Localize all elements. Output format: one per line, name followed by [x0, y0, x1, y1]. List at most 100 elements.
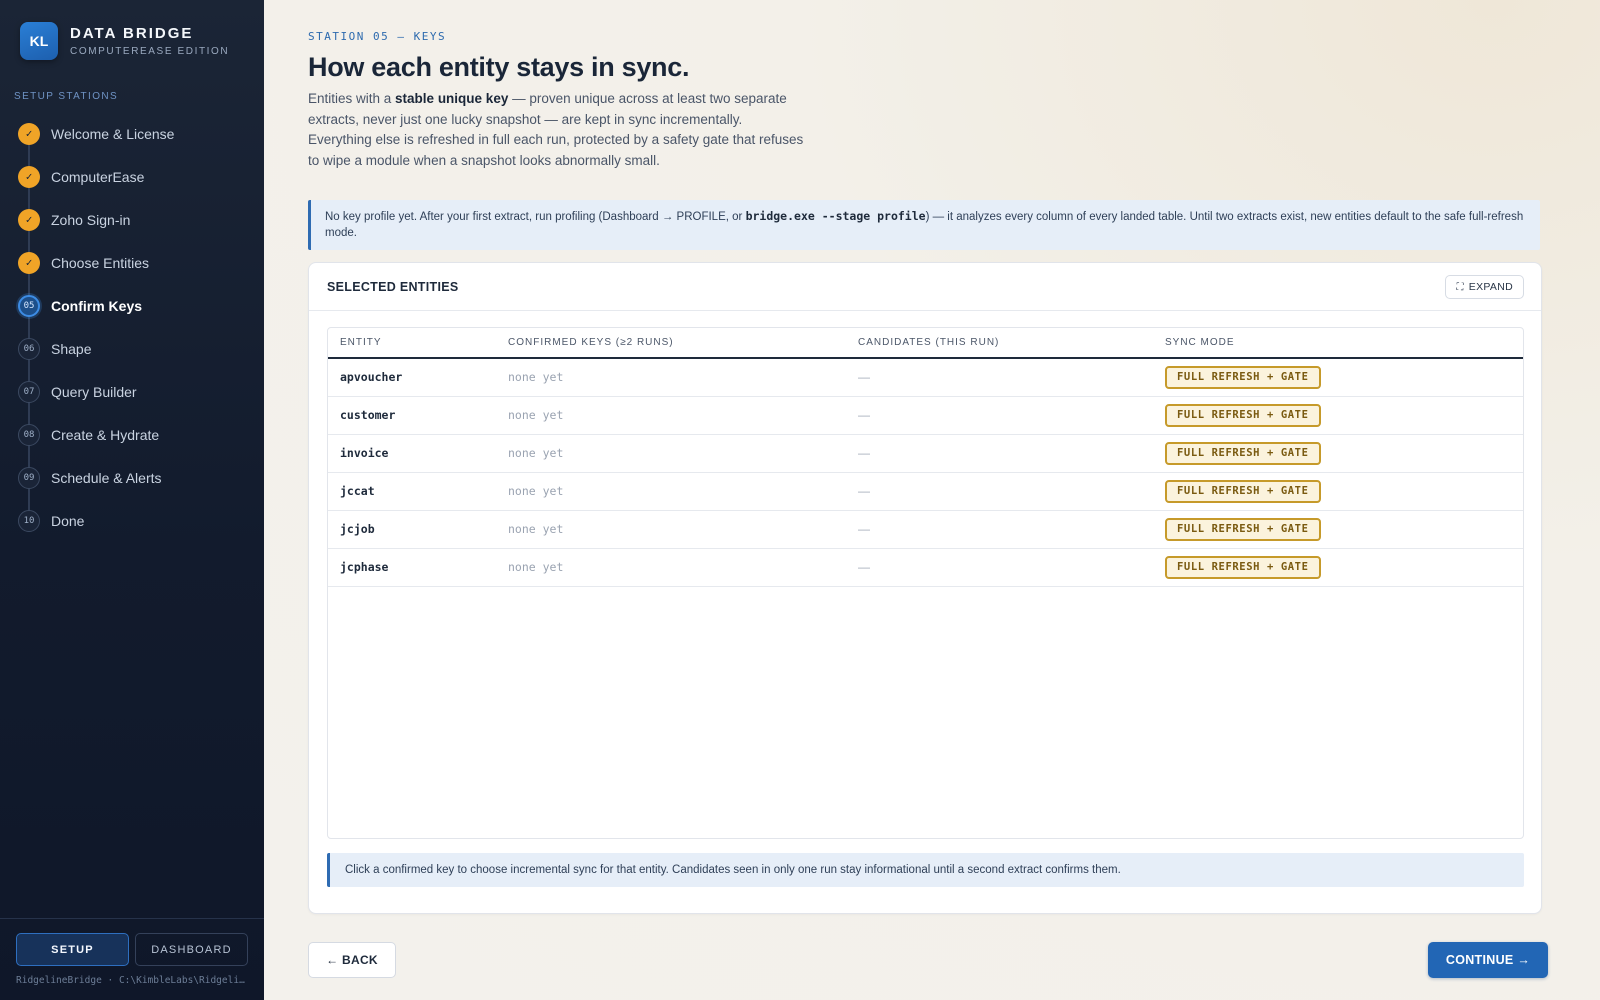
sync-mode-cell: FULL REFRESH + GATE — [1153, 396, 1523, 435]
entity-name: customer — [328, 396, 496, 435]
lead-text: Entities with a — [308, 91, 396, 106]
step-check-icon: ✓ — [18, 208, 40, 231]
entities-table: ENTITY CONFIRMED KEYS (≥2 RUNS) CANDIDAT… — [327, 327, 1524, 839]
step-label: ComputerEase — [51, 168, 145, 185]
brand: KL DATA BRIDGE COMPUTEREASE EDITION — [20, 22, 229, 60]
candidates: — — [846, 548, 1153, 587]
sync-mode-badge[interactable]: FULL REFRESH + GATE — [1165, 517, 1321, 541]
entity-name: invoice — [328, 434, 496, 473]
back-button[interactable]: ← BACK — [308, 942, 396, 978]
entity-name: jccat — [328, 472, 496, 511]
entity-name: jcphase — [328, 548, 496, 587]
table-row: jccat none yet — FULL REFRESH + GATE — [328, 472, 1523, 511]
step-number: 07 — [18, 380, 40, 403]
column-header-sync-mode: SYNC MODE — [1153, 328, 1523, 359]
step-number: 05 — [18, 294, 40, 317]
sync-mode-cell: FULL REFRESH + GATE — [1153, 472, 1523, 511]
step-label: Shape — [51, 340, 92, 357]
page-title: How each entity stays in sync. — [308, 52, 690, 82]
notice-text: No key profile yet. After your first ext… — [325, 211, 746, 223]
step-label: Query Builder — [51, 383, 137, 400]
candidates: — — [846, 510, 1153, 549]
step-label: Create & Hydrate — [51, 426, 160, 443]
step-label: Zoho Sign-in — [51, 211, 131, 228]
sync-mode-cell: FULL REFRESH + GATE — [1153, 358, 1523, 397]
profile-notice: No key profile yet. After your first ext… — [308, 200, 1540, 250]
station-eyebrow: STATION 05 — KEYS — [308, 30, 447, 43]
card-header: SELECTED ENTITIES ⛶ EXPAND — [309, 263, 1541, 311]
step-check-icon: ✓ — [18, 251, 40, 274]
brand-logo: KL — [20, 22, 58, 60]
table-header-row: ENTITY CONFIRMED KEYS (≥2 RUNS) CANDIDAT… — [328, 328, 1523, 359]
step-choose-entities[interactable]: ✓ Choose Entities — [0, 241, 264, 284]
confirmed-keys: none yet — [496, 510, 846, 549]
confirmed-keys: none yet — [496, 358, 846, 397]
column-header-candidates: CANDIDATES (THIS RUN) — [846, 328, 1153, 359]
card-title: SELECTED ENTITIES — [327, 280, 459, 294]
sidebar: KL DATA BRIDGE COMPUTEREASE EDITION SETU… — [0, 0, 264, 1000]
table-row: invoice none yet — FULL REFRESH + GATE — [328, 434, 1523, 473]
sync-mode-badge[interactable]: FULL REFRESH + GATE — [1165, 403, 1321, 427]
step-create-hydrate[interactable]: 08 Create & Hydrate — [0, 413, 264, 456]
selected-entities-card: SELECTED ENTITIES ⛶ EXPAND ENTITY CONFIR… — [308, 262, 1542, 914]
setup-steps: ✓ Welcome & License ✓ ComputerEase ✓ Zoh… — [0, 112, 264, 542]
confirmed-keys: none yet — [496, 548, 846, 587]
step-done[interactable]: 10 Done — [0, 499, 264, 542]
step-check-icon: ✓ — [18, 122, 40, 145]
sync-mode-badge[interactable]: FULL REFRESH + GATE — [1165, 555, 1321, 579]
sync-mode-cell: FULL REFRESH + GATE — [1153, 510, 1523, 549]
step-shape[interactable]: 06 Shape — [0, 327, 264, 370]
continue-button[interactable]: CONTINUE → — [1428, 942, 1548, 978]
sidebar-footer: SETUP DASHBOARD RidgelineBridge · C:\Kim… — [0, 918, 264, 1000]
step-label: Schedule & Alerts — [51, 469, 162, 486]
brand-title: DATA BRIDGE — [70, 25, 194, 42]
expand-label: EXPAND — [1468, 281, 1513, 293]
step-welcome-license[interactable]: ✓ Welcome & License — [0, 112, 264, 155]
step-check-icon: ✓ — [18, 165, 40, 188]
step-label: Done — [51, 512, 85, 529]
candidates: — — [846, 396, 1153, 435]
step-label: Welcome & License — [51, 125, 175, 142]
brand-subtitle: COMPUTEREASE EDITION — [70, 46, 230, 57]
confirmed-keys: none yet — [496, 396, 846, 435]
page-description: Entities with a stable unique key — prov… — [308, 89, 808, 171]
step-computerease[interactable]: ✓ ComputerEase — [0, 155, 264, 198]
step-number: 06 — [18, 337, 40, 360]
column-header-confirmed-keys: CONFIRMED KEYS (≥2 RUNS) — [496, 328, 846, 359]
entity-name: jcjob — [328, 510, 496, 549]
sync-mode-cell: FULL REFRESH + GATE — [1153, 434, 1523, 473]
notice-command: bridge.exe --stage profile — [745, 209, 926, 223]
expand-button[interactable]: ⛶ EXPAND — [1445, 275, 1524, 299]
confirmed-keys: none yet — [496, 472, 846, 511]
expand-icon: ⛶ — [1456, 281, 1464, 293]
step-label: Confirm Keys — [51, 297, 143, 314]
keys-hint: Click a confirmed key to choose incremen… — [327, 853, 1524, 887]
step-label: Choose Entities — [51, 254, 150, 271]
table-row: apvoucher none yet — FULL REFRESH + GATE — [328, 358, 1523, 397]
sync-mode-cell: FULL REFRESH + GATE — [1153, 548, 1523, 587]
candidates: — — [846, 472, 1153, 511]
step-number: 09 — [18, 466, 40, 489]
entity-name: apvoucher — [328, 358, 496, 397]
install-path: RidgelineBridge · C:\KimbleLabs\Ridgelin… — [16, 975, 250, 986]
sync-mode-badge[interactable]: FULL REFRESH + GATE — [1165, 479, 1321, 503]
step-schedule-alerts[interactable]: 09 Schedule & Alerts — [0, 456, 264, 499]
confirmed-keys: none yet — [496, 434, 846, 473]
dashboard-mode-button[interactable]: DASHBOARD — [135, 933, 248, 966]
step-zoho-sign-in[interactable]: ✓ Zoho Sign-in — [0, 198, 264, 241]
candidates: — — [846, 434, 1153, 473]
setup-mode-button[interactable]: SETUP — [16, 933, 129, 966]
table-row: jcjob none yet — FULL REFRESH + GATE — [328, 510, 1523, 549]
sidebar-section-label: SETUP STATIONS — [14, 91, 119, 102]
column-header-entity: ENTITY — [328, 328, 496, 359]
table-row: customer none yet — FULL REFRESH + GATE — [328, 396, 1523, 435]
sync-mode-badge[interactable]: FULL REFRESH + GATE — [1165, 365, 1321, 389]
step-number: 08 — [18, 423, 40, 446]
step-confirm-keys[interactable]: 05 Confirm Keys — [0, 284, 264, 327]
step-query-builder[interactable]: 07 Query Builder — [0, 370, 264, 413]
candidates: — — [846, 358, 1153, 397]
step-number: 10 — [18, 509, 40, 532]
table-row: jcphase none yet — FULL REFRESH + GATE — [328, 548, 1523, 587]
lead-emphasis: stable unique key — [395, 91, 509, 106]
sync-mode-badge[interactable]: FULL REFRESH + GATE — [1165, 441, 1321, 465]
